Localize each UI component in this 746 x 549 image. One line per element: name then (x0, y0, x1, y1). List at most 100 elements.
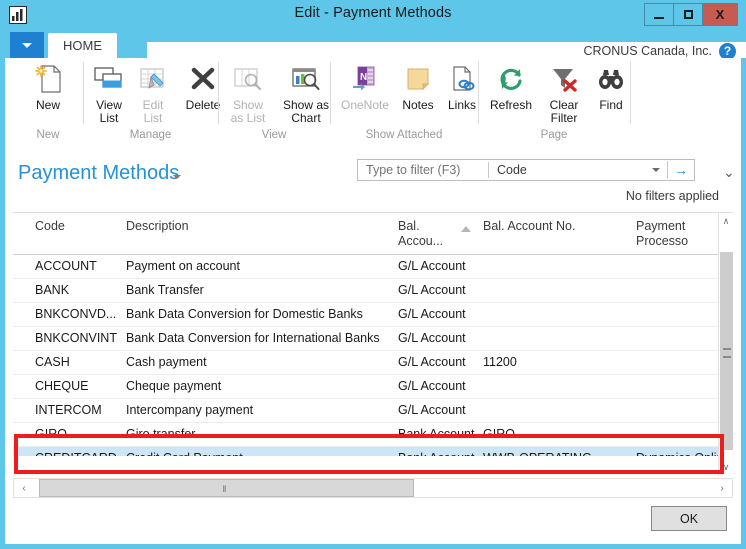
cell-description: Bank Transfer (126, 283, 204, 297)
ribbon-group-new-label: New (36, 129, 60, 141)
cell-description: Cheque payment (126, 379, 222, 393)
table-row[interactable]: GIRO Giro transfer Bank Account GIRO (13, 423, 733, 447)
table-row[interactable]: BNKCONVD... Bank Data Conversion for Dom… (13, 303, 733, 327)
cell-bal-account-type: Bank Account (398, 427, 475, 441)
scroll-left-icon[interactable]: ‹ (14, 483, 34, 494)
ribbon: New New View List Edit List Delete Manag… (5, 58, 741, 144)
cell-bal-account-type: G/L Account (398, 379, 466, 393)
find-label: Find (599, 98, 623, 112)
svg-text:N: N (360, 72, 367, 83)
ribbon-group-page-label: Page (540, 129, 568, 141)
table-row[interactable]: BNKCONVINT Bank Data Conversion for Inte… (13, 327, 733, 351)
page-title: Payment Methods (18, 162, 180, 184)
cell-payment-processor: Dynamics Online (636, 451, 730, 456)
notes-icon (396, 62, 440, 96)
cell-description: Payment on account (126, 259, 240, 273)
onenote-label: OneNote (340, 98, 390, 112)
refresh-icon (482, 62, 540, 96)
table-row[interactable]: CHEQUE Cheque payment G/L Account (13, 375, 733, 399)
table-row-selected[interactable]: CREDITCARD Credit Card Payment Bank Acco… (13, 447, 733, 456)
quick-access-toolbar-button[interactable] (10, 32, 44, 58)
view-list-icon (87, 62, 131, 96)
scroll-right-icon[interactable]: › (712, 483, 732, 494)
cell-bal-account-type: G/L Account (398, 259, 466, 273)
filter-apply-button[interactable]: → (668, 162, 694, 178)
view-list-button[interactable]: View List (87, 62, 131, 125)
minimize-icon (654, 16, 664, 19)
column-header-code[interactable]: Code (35, 219, 65, 234)
scrollbar-grip-icon (723, 348, 731, 358)
column-header-bal-account-type[interactable]: Bal. Accou... (398, 219, 443, 249)
edit-list-label-2: List (143, 111, 163, 125)
ribbon-group-manage: View List Edit List Delete Manage (83, 58, 220, 144)
column-header-bal-account-no[interactable]: Bal. Account No. (483, 219, 575, 234)
table-row[interactable]: INTERCOM Intercompany payment G/L Accoun… (13, 399, 733, 423)
column-header-bal-account-type-line2: Accou... (398, 234, 444, 248)
tab-home[interactable]: HOME (48, 33, 117, 58)
new-button-label: New (35, 98, 60, 112)
ok-button[interactable]: OK (651, 506, 727, 531)
refresh-label: Refresh (489, 98, 533, 112)
cell-description: Bank Data Conversion for Domestic Banks (126, 307, 363, 321)
show-as-list-icon (222, 62, 274, 96)
clear-filter-button[interactable]: Clear Filter (540, 62, 588, 125)
maximize-icon (683, 10, 693, 19)
column-header-description[interactable]: Description (126, 219, 189, 234)
minimize-button[interactable] (644, 3, 674, 26)
column-header-bal-account-type-line1: Bal. (398, 219, 420, 233)
chevron-down-icon (22, 42, 32, 48)
notes-label: Notes (402, 98, 434, 112)
ribbon-tab-strip: HOME CRONUS Canada, Inc. ? (0, 30, 746, 60)
scroll-up-icon[interactable]: ∧ (719, 213, 733, 230)
edit-list-button[interactable]: Edit List (131, 62, 175, 125)
table-row[interactable]: CASH Cash payment G/L Account 11200 (13, 351, 733, 375)
filter-field-select[interactable]: Code (489, 163, 652, 177)
cell-code: CREDITCARD (35, 451, 117, 456)
cell-code: ACCOUNT (35, 259, 97, 273)
onenote-button[interactable]: N OneNote (334, 62, 396, 112)
refresh-button[interactable]: Refresh (482, 62, 540, 112)
show-as-list-button[interactable]: Show as List (222, 62, 274, 125)
close-button[interactable]: X (702, 3, 738, 26)
cell-code: BNKCONVINT (35, 331, 117, 345)
find-button[interactable]: Find (588, 62, 634, 112)
ribbon-group-view-label: View (261, 129, 287, 141)
window-controls: X (644, 3, 738, 26)
cell-description: Cash payment (126, 355, 207, 369)
ribbon-group-manage-label: Manage (129, 129, 172, 141)
scroll-down-icon[interactable]: ∨ (719, 459, 733, 476)
horizontal-scrollbar-track[interactable]: ‖ (34, 479, 712, 497)
cell-bal-account-type: G/L Account (398, 403, 466, 417)
ribbon-group-new: New New (13, 58, 83, 144)
cell-bal-account-type: Bank Account (398, 451, 474, 456)
ribbon-group-page: Refresh Clear Filter Find Page (478, 58, 630, 144)
cell-code: BANK (35, 283, 70, 297)
page-title-dropdown-icon[interactable] (173, 175, 181, 179)
cell-description: Credit Card Payment (126, 451, 243, 456)
notes-button[interactable]: Notes (396, 62, 440, 112)
find-binoculars-icon (588, 62, 634, 96)
horizontal-scrollbar-thumb[interactable]: ‖ (39, 479, 414, 497)
table-row[interactable]: ACCOUNT Payment on account G/L Account (13, 255, 733, 279)
grid-horizontal-scrollbar[interactable]: ‹ ‖ › (13, 478, 733, 498)
cell-code: INTERCOM (35, 403, 102, 417)
payment-methods-grid: Code Description Bal. Accou... Bal. Acco… (13, 212, 733, 476)
chevron-down-icon[interactable] (652, 168, 660, 172)
grid-vertical-scrollbar[interactable]: ∧ ∨ (718, 213, 733, 476)
cell-code: CASH (35, 355, 70, 369)
vertical-scrollbar-thumb[interactable] (720, 252, 733, 450)
new-button[interactable]: New (21, 62, 75, 112)
cell-bal-account-no: 11200 (483, 355, 517, 369)
table-row[interactable]: BANK Bank Transfer G/L Account (13, 279, 733, 303)
show-as-chart-button[interactable]: Show as Chart (274, 62, 338, 125)
filter-input[interactable] (358, 162, 488, 178)
expand-filter-pane-icon[interactable]: ⌄ (723, 164, 735, 181)
maximize-button[interactable] (673, 3, 703, 26)
new-document-icon (21, 62, 75, 96)
page-content: Payment Methods Code → ⌄ No filters appl… (5, 144, 741, 544)
grid-header-row: Code Description Bal. Accou... Bal. Acco… (13, 213, 733, 255)
scrollbar-grip-icon: ‖ (222, 484, 227, 494)
ribbon-group-view: Show as List Show as Chart View (218, 58, 330, 144)
sort-ascending-icon (461, 226, 471, 232)
show-as-chart-icon (274, 62, 338, 96)
